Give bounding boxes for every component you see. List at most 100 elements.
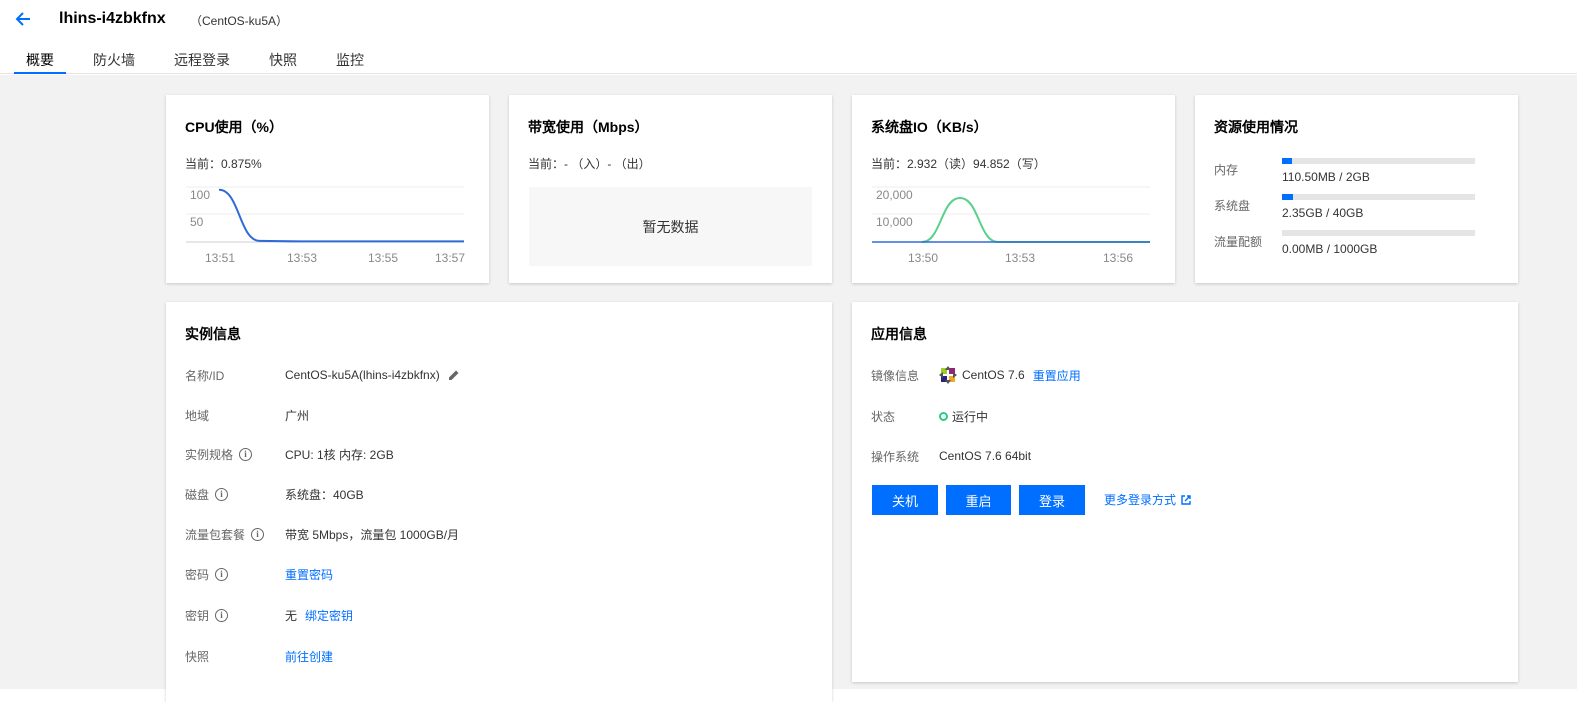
disk-value: 系统盘：40GB xyxy=(285,487,364,502)
snapshot-value-wrap: 前往创建 xyxy=(285,648,333,665)
disk-info-label: 磁盘 xyxy=(185,487,210,502)
app-row-image: 镜像信息 CentOS 7.6 重置应用 xyxy=(871,365,1471,385)
tab-overview[interactable]: 概要 xyxy=(14,50,66,74)
info-icon[interactable]: i xyxy=(251,527,265,541)
spec-label-wrap: 实例规格 i xyxy=(185,446,285,463)
info-icon[interactable]: i xyxy=(215,487,229,501)
bandwidth-card: 带宽使用（Mbps） 当前：- （入）- （出） 暂无数据 xyxy=(509,95,832,283)
page-header: lhins-i4zbkfnx （CentOS-ku5A） 概要 防火墙 远程登录… xyxy=(0,0,1577,74)
traffic-usage-value: 0.00MB / 1000GB xyxy=(1282,242,1378,256)
io-x-tick: 13:56 xyxy=(1103,251,1133,265)
shutdown-button[interactable]: 关机 xyxy=(872,485,938,515)
name-label: 名称/ID xyxy=(185,368,225,383)
io-x-tick: 13:50 xyxy=(908,251,938,265)
cpu-y-tick: 50 xyxy=(190,215,204,229)
memory-usage-value: 110.50MB / 2GB xyxy=(1282,170,1370,184)
image-label: 镜像信息 xyxy=(871,368,920,383)
info-row-region: 地域 广州 xyxy=(185,405,785,425)
snapshot-label: 快照 xyxy=(185,649,210,664)
reset-password-link[interactable]: 重置密码 xyxy=(285,566,333,583)
image-value: CentOS 7.6 xyxy=(962,368,1025,382)
traffic-package-label: 流量包套餐 xyxy=(185,527,246,542)
info-row-key: 密钥 i 无绑定密钥 xyxy=(185,605,785,625)
more-login-label: 更多登录方式 xyxy=(1104,493,1177,507)
bandwidth-title: 带宽使用（Mbps） xyxy=(528,119,649,135)
cpu-y-tick: 100 xyxy=(190,188,210,202)
instance-info-card: 实例信息 名称/ID CentOS-ku5A(lhins-i4zbkfnx) 地… xyxy=(166,302,832,702)
os-value: CentOS 7.6 64bit xyxy=(939,449,1032,463)
info-icon[interactable]: i xyxy=(215,567,229,581)
instance-info-title: 实例信息 xyxy=(185,326,241,342)
status-value: 运行中 xyxy=(952,409,989,424)
key-value-wrap: 无绑定密钥 xyxy=(285,607,353,624)
traffic-quota-label: 流量配额 xyxy=(1214,235,1263,249)
bind-key-link[interactable]: 绑定密钥 xyxy=(305,607,353,624)
io-y-tick: 20,000 xyxy=(876,188,913,202)
disk-io-chart: 20,000 10,000 13:50 13:53 13:56 xyxy=(872,186,1150,265)
restart-button[interactable]: 重启 xyxy=(946,485,1011,515)
status-value-wrap: 运行中 xyxy=(939,408,988,425)
disk-label-wrap: 磁盘 i xyxy=(185,486,285,503)
info-icon[interactable]: i xyxy=(239,447,253,461)
name-value-wrap: CentOS-ku5A(lhins-i4zbkfnx) xyxy=(285,368,460,382)
cpu-card: CPU使用（%） 当前：0.875% 100 50 13:51 13:53 13… xyxy=(166,95,489,283)
info-row-name: 名称/ID CentOS-ku5A(lhins-i4zbkfnx) xyxy=(185,365,785,385)
info-row-spec: 实例规格 i CPU: 1核 内存: 2GB xyxy=(185,444,785,464)
traffic-package-value: 带宽 5Mbps，流量包 1000GB/月 xyxy=(285,527,460,542)
key-value: 无 xyxy=(285,608,298,623)
password-label: 密码 xyxy=(185,567,210,582)
password-value-wrap: 重置密码 xyxy=(285,566,333,583)
key-label-wrap: 密钥 i xyxy=(185,607,285,624)
running-status-icon xyxy=(939,411,948,421)
info-row-snapshot: 快照 前往创建 xyxy=(185,646,785,666)
tab-monitor[interactable]: 监控 xyxy=(324,50,376,74)
reset-app-link[interactable]: 重置应用 xyxy=(1033,367,1081,384)
password-label-wrap: 密码 i xyxy=(185,566,285,583)
tab-remote-login[interactable]: 远程登录 xyxy=(162,50,242,74)
cpu-x-tick: 13:53 xyxy=(287,251,317,265)
spec-label: 实例规格 xyxy=(185,447,234,462)
io-read-series-line xyxy=(921,196,1150,244)
bandwidth-current: 当前：- （入）- （出） xyxy=(528,157,651,171)
traffic-usage-bar xyxy=(1282,230,1475,236)
edit-pencil-icon[interactable] xyxy=(448,369,460,381)
back-arrow-icon[interactable] xyxy=(14,10,32,28)
key-label: 密钥 xyxy=(185,608,210,623)
name-value: CentOS-ku5A(lhins-i4zbkfnx) xyxy=(285,368,440,382)
memory-usage-bar xyxy=(1282,158,1475,164)
tab-firewall[interactable]: 防火墙 xyxy=(81,50,147,74)
region-value: 广州 xyxy=(285,408,310,423)
main-content: CPU使用（%） 当前：0.875% 100 50 13:51 13:53 13… xyxy=(0,75,1577,702)
tab-snapshot[interactable]: 快照 xyxy=(257,50,309,74)
instance-title: lhins-i4zbkfnx xyxy=(59,10,166,27)
disk-usage-value: 2.35GB / 40GB xyxy=(1282,206,1364,220)
app-info-card: 应用信息 镜像信息 CentOS 7.6 重置应用 状态 运行中 操作系统 Ce… xyxy=(852,302,1518,682)
info-icon[interactable]: i xyxy=(215,608,229,622)
cpu-x-tick: 13:57 xyxy=(435,251,465,265)
os-label: 操作系统 xyxy=(871,449,920,464)
io-y-tick: 10,000 xyxy=(876,215,913,229)
image-value-wrap: CentOS 7.6 重置应用 xyxy=(939,366,1081,384)
info-row-password: 密码 i 重置密码 xyxy=(185,564,785,584)
tab-bar: 概要 防火墙 远程登录 快照 监控 xyxy=(14,50,391,74)
create-snapshot-link[interactable]: 前往创建 xyxy=(285,648,333,665)
login-button[interactable]: 登录 xyxy=(1019,485,1085,515)
info-row-traffic-package: 流量包套餐 i 带宽 5Mbps，流量包 1000GB/月 xyxy=(185,524,785,544)
info-row-disk: 磁盘 i 系统盘：40GB xyxy=(185,484,785,504)
memory-label: 内存 xyxy=(1214,163,1239,177)
cpu-series-line xyxy=(218,188,464,243)
instance-subtitle: （CentOS-ku5A） xyxy=(190,14,289,28)
cpu-x-tick: 13:51 xyxy=(205,251,235,265)
disk-usage-bar xyxy=(1282,194,1475,200)
disk-io-card: 系统盘IO（KB/s） 当前：2.932（读）94.852（写） 20,000 … xyxy=(852,95,1175,283)
io-x-tick: 13:53 xyxy=(1005,251,1035,265)
memory-usage-fill xyxy=(1282,158,1293,164)
resource-usage-card: 资源使用情况 内存 110.50MB / 2GB 系统盘 2.35GB / 40… xyxy=(1195,95,1518,283)
disk-usage-fill xyxy=(1282,194,1294,200)
more-login-link[interactable]: 更多登录方式 xyxy=(1104,491,1191,508)
bandwidth-empty-state: 暂无数据 xyxy=(529,187,812,266)
region-label: 地域 xyxy=(185,408,210,423)
app-info-title: 应用信息 xyxy=(871,326,927,342)
resource-usage-title: 资源使用情况 xyxy=(1214,119,1298,135)
spec-value: CPU: 1核 内存: 2GB xyxy=(285,447,394,462)
